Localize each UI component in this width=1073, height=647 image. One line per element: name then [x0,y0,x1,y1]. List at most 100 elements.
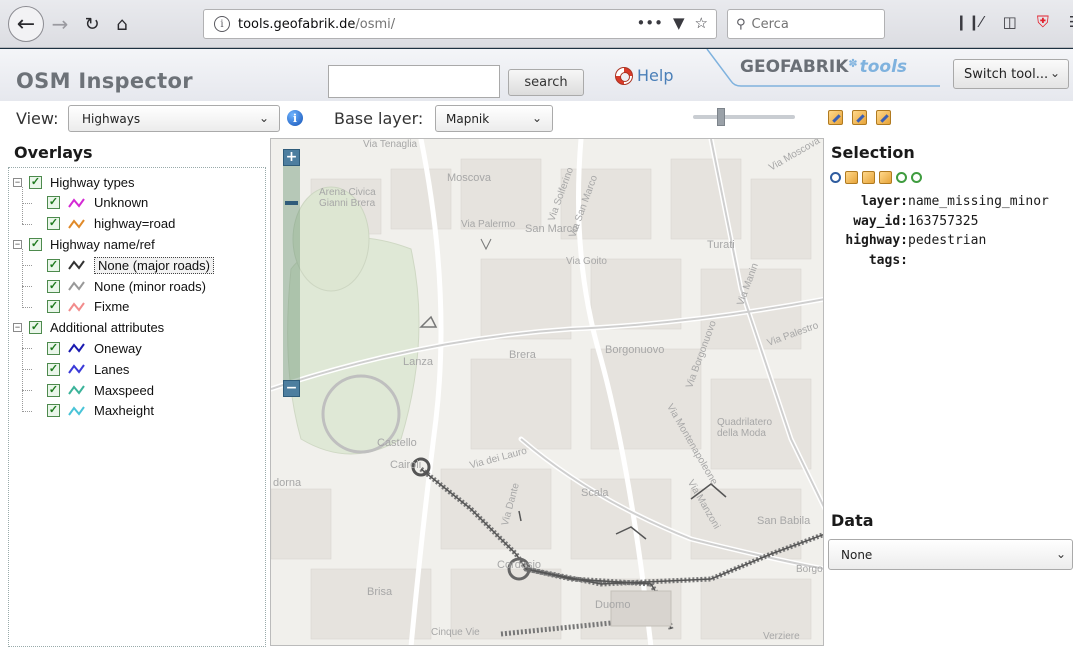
library-icon[interactable]: ❙❙⁄ [955,13,983,31]
overlay-item-checkbox[interactable]: ✓ [47,404,60,418]
map-label: Via Palermo [461,219,516,230]
data-title: Data [831,511,874,530]
overlay-item-checkbox[interactable]: ✓ [47,258,60,272]
overlay-item-checkbox[interactable]: ✓ [47,279,60,293]
edit-josm-icon[interactable] [845,171,858,184]
overlay-item[interactable]: ✓ None (major roads) [22,255,214,275]
overlay-item-checkbox[interactable]: ✓ [47,217,60,231]
collapse-icon[interactable]: − [13,177,22,187]
legend-line-icon [68,406,85,416]
selection-field: tags: [830,253,908,268]
search-icon: ⚲ [736,16,746,32]
overlay-item[interactable]: ✓ Fixme [22,297,129,317]
edit-id-icon[interactable] [879,171,892,184]
tree-connector [22,348,32,350]
overlay-item-checkbox[interactable]: ✓ [47,362,60,376]
edit-josm-icon[interactable] [828,110,843,125]
reload-icon: ↻ [84,13,100,35]
selection-field-key: tags: [868,252,908,268]
map-label: Cairoli [390,459,422,471]
overlay-item[interactable]: ✓ Maxspeed [22,380,154,400]
edit-id-icon[interactable] [876,110,891,125]
zoom-bar[interactable]: + − [283,149,300,397]
arrow-right-icon: → [51,12,69,36]
base-layer-select[interactable]: Mapnik ⌄ [435,105,553,132]
inspect-history-icon[interactable] [911,172,922,183]
sidebar-icon[interactable]: ◫ [1003,13,1017,31]
overlay-tree: − ✓ Highway types ✓ Unknown ✓ highway=road − ✓ Hi… [8,167,266,647]
edit-potlatch-icon[interactable] [862,171,875,184]
edit-potlatch-icon[interactable] [852,110,867,125]
overlay-group[interactable]: − ✓ Highway types [13,172,135,192]
view-label: View: [16,109,59,128]
overlay-item[interactable]: ✓ Lanes [22,359,129,379]
overlay-item[interactable]: ✓ Unknown [22,193,148,213]
slider-handle[interactable] [717,108,725,126]
map-label: Via Goito [566,256,607,267]
selection-field-value: name_missing_minor [908,194,1049,209]
site-info-icon[interactable]: i [214,16,230,32]
overlay-item-checkbox[interactable]: ✓ [47,383,60,397]
geofabrik-logo[interactable]: GEOFABRIK✽ tools [740,57,907,77]
bookmark-star-icon[interactable]: ☆ [695,14,708,32]
opacity-slider[interactable] [693,108,795,126]
search-button[interactable]: search [508,69,584,96]
search-input[interactable] [328,65,500,98]
selection-field-key: layer: [861,194,908,209]
map-label: Duomo [595,599,631,611]
arrow-left-icon: ← [16,11,36,37]
data-select[interactable]: None ⌄ [828,539,1073,570]
app-header: OSM Inspector search Help GEOFABRIK✽ tool… [0,49,1073,101]
overlay-group-checkbox[interactable]: ✓ [29,175,42,189]
browser-search-bar[interactable]: ⚲ Cerca [727,9,885,39]
zoom-out-button[interactable]: − [283,380,300,397]
overlay-item-label: None (major roads) [94,256,214,274]
menu-icon[interactable]: ☰ [1069,13,1073,31]
inspect-green-icon[interactable] [896,172,907,183]
switch-tool-select[interactable]: Switch tool... ⌄ [953,59,1069,89]
collapse-icon[interactable]: − [13,239,22,249]
help-link[interactable]: Help [615,66,673,85]
help-label: Help [637,66,674,85]
overlay-item-checkbox[interactable]: ✓ [47,196,60,210]
overlay-item[interactable]: ✓ Maxheight [22,401,154,421]
map-label: Brisa [367,586,393,598]
legend-line-icon [68,218,85,229]
chevron-down-icon: ⌄ [531,111,542,125]
map-label: Verziere [763,631,800,642]
page-actions-icon[interactable]: ••• [636,14,663,32]
shield-icon[interactable]: ⛨ [1037,12,1049,32]
overlay-group[interactable]: − ✓ Highway name/ref [13,234,155,254]
base-layer-label: Base layer: [334,109,424,128]
overlay-item[interactable]: ✓ None (minor roads) [22,276,206,296]
overlay-item[interactable]: ✓ highway=road [22,214,175,234]
url-bar[interactable]: i tools.geofabrik.de /osmi/ ••• ▼ ☆ [203,9,717,39]
map-label: Turati [707,239,735,251]
back-button[interactable]: ← [8,6,44,42]
pocket-icon[interactable]: ▼ [673,14,685,32]
overlay-group-checkbox[interactable]: ✓ [29,321,42,335]
forward-button[interactable]: → [48,6,72,42]
info-icon[interactable]: i [287,110,303,126]
view-select[interactable]: Highways ⌄ [68,105,280,132]
overlay-item[interactable]: ✓ Oneway [22,338,142,358]
zoom-in-button[interactable]: + [283,149,300,166]
selection-field-value: pedestrian [908,233,987,248]
tree-connector [22,265,32,267]
overlay-group-label: Highway name/ref [50,236,155,252]
browser-right-tools: ❙❙⁄ ◫ ⛨ ☰ [955,12,1073,32]
zoom-slider-handle[interactable] [285,201,298,205]
overlay-item-checkbox[interactable]: ✓ [47,341,60,355]
overlay-group-checkbox[interactable]: ✓ [29,237,42,251]
map[interactable]: Moscova Arena Civica Gianni Brera Via Pa… [270,138,824,646]
legend-line-icon [68,198,85,208]
home-button[interactable]: ⌂ [108,6,136,42]
reload-button[interactable]: ↻ [80,6,104,42]
zoom-to-feature-icon[interactable] [830,172,841,183]
map-label: Cinque Vie [431,627,480,638]
url-path: /osmi/ [355,16,396,32]
collapse-icon[interactable]: − [13,323,22,333]
legend-line-icon [68,343,85,354]
overlay-item-checkbox[interactable]: ✓ [47,300,60,314]
overlay-group[interactable]: − ✓ Additional attributes [13,318,164,338]
